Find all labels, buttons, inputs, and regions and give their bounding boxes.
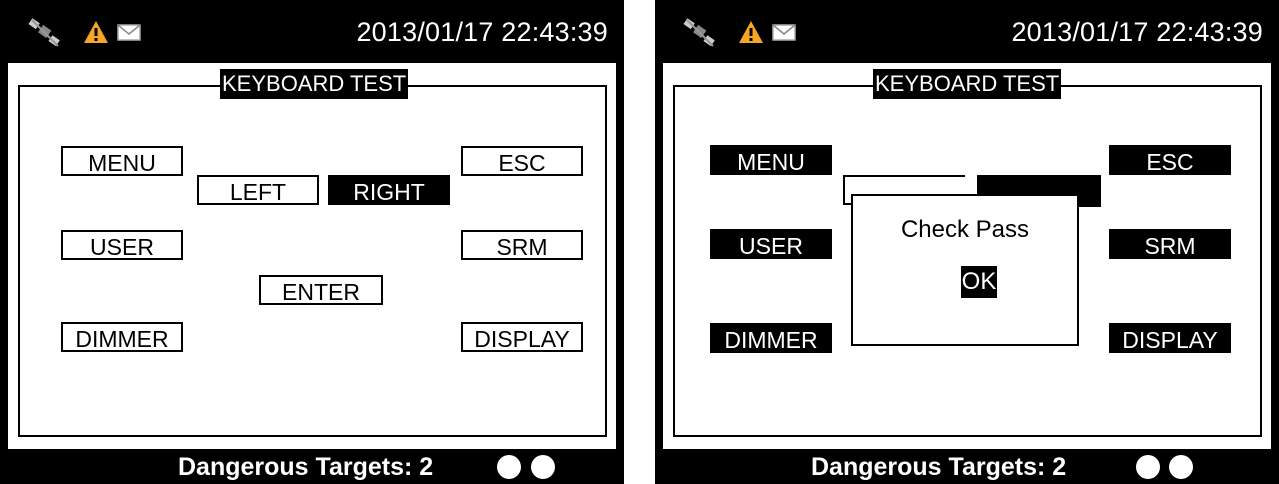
dimmer-key[interactable]: DIMMER: [710, 323, 832, 353]
indicator-dot: [1169, 455, 1193, 479]
dangerous-targets-label: Dangerous Targets: 2: [811, 453, 1067, 481]
mail-icon: [117, 24, 141, 41]
status-bar: 2013/01/17 22:43:39: [0, 0, 624, 63]
satellite-icon: [28, 18, 60, 47]
content-panel: KEYBOARD TEST MENU ESC LEFT RIGHT USER S…: [8, 63, 616, 449]
menu-key[interactable]: MENU: [61, 146, 183, 176]
warning-icon: [84, 21, 108, 43]
datetime: 2013/01/17 22:43:39: [356, 17, 608, 47]
srm-key[interactable]: SRM: [461, 230, 583, 260]
indicator-dot: [531, 455, 555, 479]
user-key[interactable]: USER: [61, 230, 183, 260]
satellite-icon: [683, 18, 715, 47]
menu-key[interactable]: MENU: [710, 145, 832, 175]
srm-key[interactable]: SRM: [1109, 229, 1231, 259]
content-panel: KEYBOARD TEST MENU ESC USER SRM DIMMER D…: [663, 63, 1271, 449]
dimmer-key[interactable]: DIMMER: [61, 322, 183, 352]
left-key[interactable]: LEFT: [197, 175, 319, 205]
display-key[interactable]: DISPLAY: [461, 322, 583, 352]
user-key[interactable]: USER: [710, 229, 832, 259]
frame-title: KEYBOARD TEST: [873, 69, 1062, 99]
check-pass-dialog: Check Pass OK: [851, 194, 1079, 346]
dangerous-targets-label: Dangerous Targets: 2: [178, 453, 434, 481]
keyboard-test-screen-before: 2013/01/17 22:43:39 KEYBOARD TEST MENU E…: [0, 0, 624, 484]
keyboard-test-screen-after: 2013/01/17 22:43:39 KEYBOARD TEST MENU E…: [655, 0, 1279, 484]
mail-icon: [772, 24, 796, 41]
indicator-dot: [497, 455, 521, 479]
frame-title: KEYBOARD TEST: [220, 69, 409, 99]
right-key[interactable]: RIGHT: [328, 175, 450, 205]
esc-key[interactable]: ESC: [1109, 145, 1231, 175]
indicator-dot: [1136, 455, 1160, 479]
dialog-message: Check Pass: [900, 216, 1030, 243]
enter-key[interactable]: ENTER: [259, 275, 383, 305]
display-key[interactable]: DISPLAY: [1109, 323, 1231, 353]
status-bar: 2013/01/17 22:43:39: [655, 0, 1279, 63]
ok-button[interactable]: OK: [961, 266, 997, 298]
datetime: 2013/01/17 22:43:39: [1011, 17, 1263, 47]
esc-key[interactable]: ESC: [461, 146, 583, 176]
bottom-status-bar: Dangerous Targets: 2: [655, 449, 1279, 484]
warning-icon: [739, 21, 763, 43]
bottom-status-bar: Dangerous Targets: 2: [0, 449, 624, 484]
